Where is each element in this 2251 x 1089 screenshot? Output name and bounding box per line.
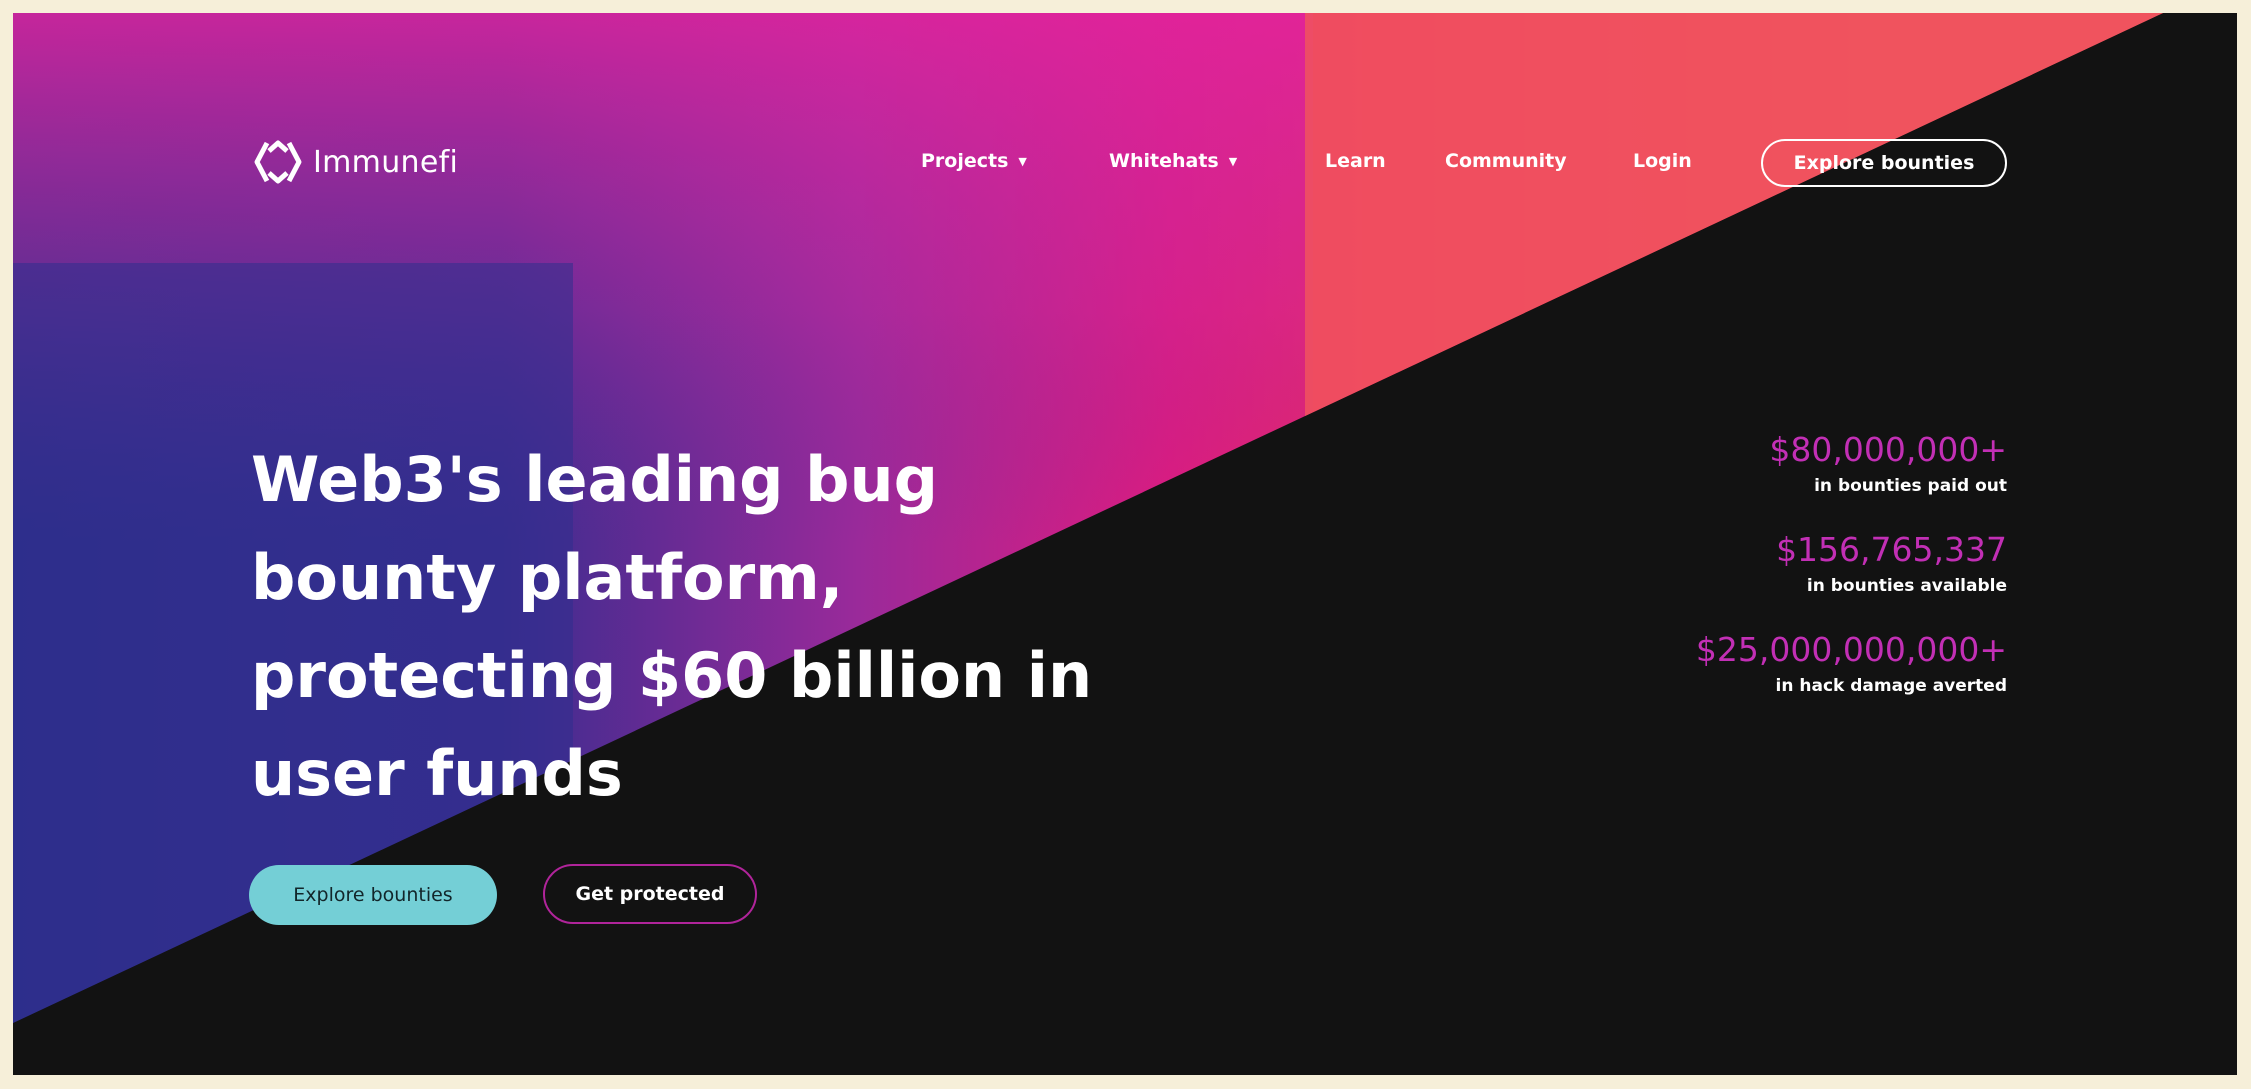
page-frame: Immunefi Projects ▼ Whitehats ▼ Learn Co… <box>13 13 2237 1075</box>
explore-bounties-nav-button[interactable]: Explore bounties <box>1761 139 2007 187</box>
stat-item: $156,765,337 in bounties available <box>1696 529 2007 601</box>
stat-label: in hack damage averted <box>1775 676 2007 696</box>
hero-headline: Web3's leading bug bounty platform, prot… <box>251 431 1111 823</box>
nav-projects-label: Projects <box>921 150 1009 172</box>
get-protected-button[interactable]: Get protected <box>543 864 757 924</box>
explore-bounties-button[interactable]: Explore bounties <box>249 865 497 925</box>
caret-down-icon: ▼ <box>1018 154 1027 168</box>
nav-login[interactable]: Login <box>1633 150 1692 172</box>
nav-learn[interactable]: Learn <box>1325 150 1386 172</box>
stat-item: $25,000,000,000+ in hack damage averted <box>1696 629 2007 701</box>
nav-login-label: Login <box>1633 150 1692 172</box>
stat-label: in bounties paid out <box>1814 476 2007 496</box>
nav-projects[interactable]: Projects ▼ <box>921 150 1027 172</box>
stat-label: in bounties available <box>1806 576 2007 596</box>
nav-whitehats-label: Whitehats <box>1109 150 1219 172</box>
nav-community-label: Community <box>1445 150 1567 172</box>
headline-line: bounty platform, <box>251 541 844 614</box>
stats-panel: $80,000,000+ in bounties paid out $156,7… <box>1696 429 2007 729</box>
headline-line: Web3's leading bug <box>251 443 938 516</box>
nav-community[interactable]: Community <box>1445 150 1567 172</box>
nav-learn-label: Learn <box>1325 150 1386 172</box>
headline-line: protecting $60 billion in <box>251 639 1093 712</box>
stat-value: $25,000,000,000+ <box>1695 630 2007 669</box>
caret-down-icon: ▼ <box>1228 154 1238 168</box>
stat-value: $156,765,337 <box>1776 530 2007 569</box>
nav-whitehats[interactable]: Whitehats ▼ <box>1109 150 1237 172</box>
headline-line: user funds <box>251 737 623 810</box>
stat-item: $80,000,000+ in bounties paid out <box>1696 429 2007 501</box>
stat-value: $80,000,000+ <box>1769 430 2007 469</box>
